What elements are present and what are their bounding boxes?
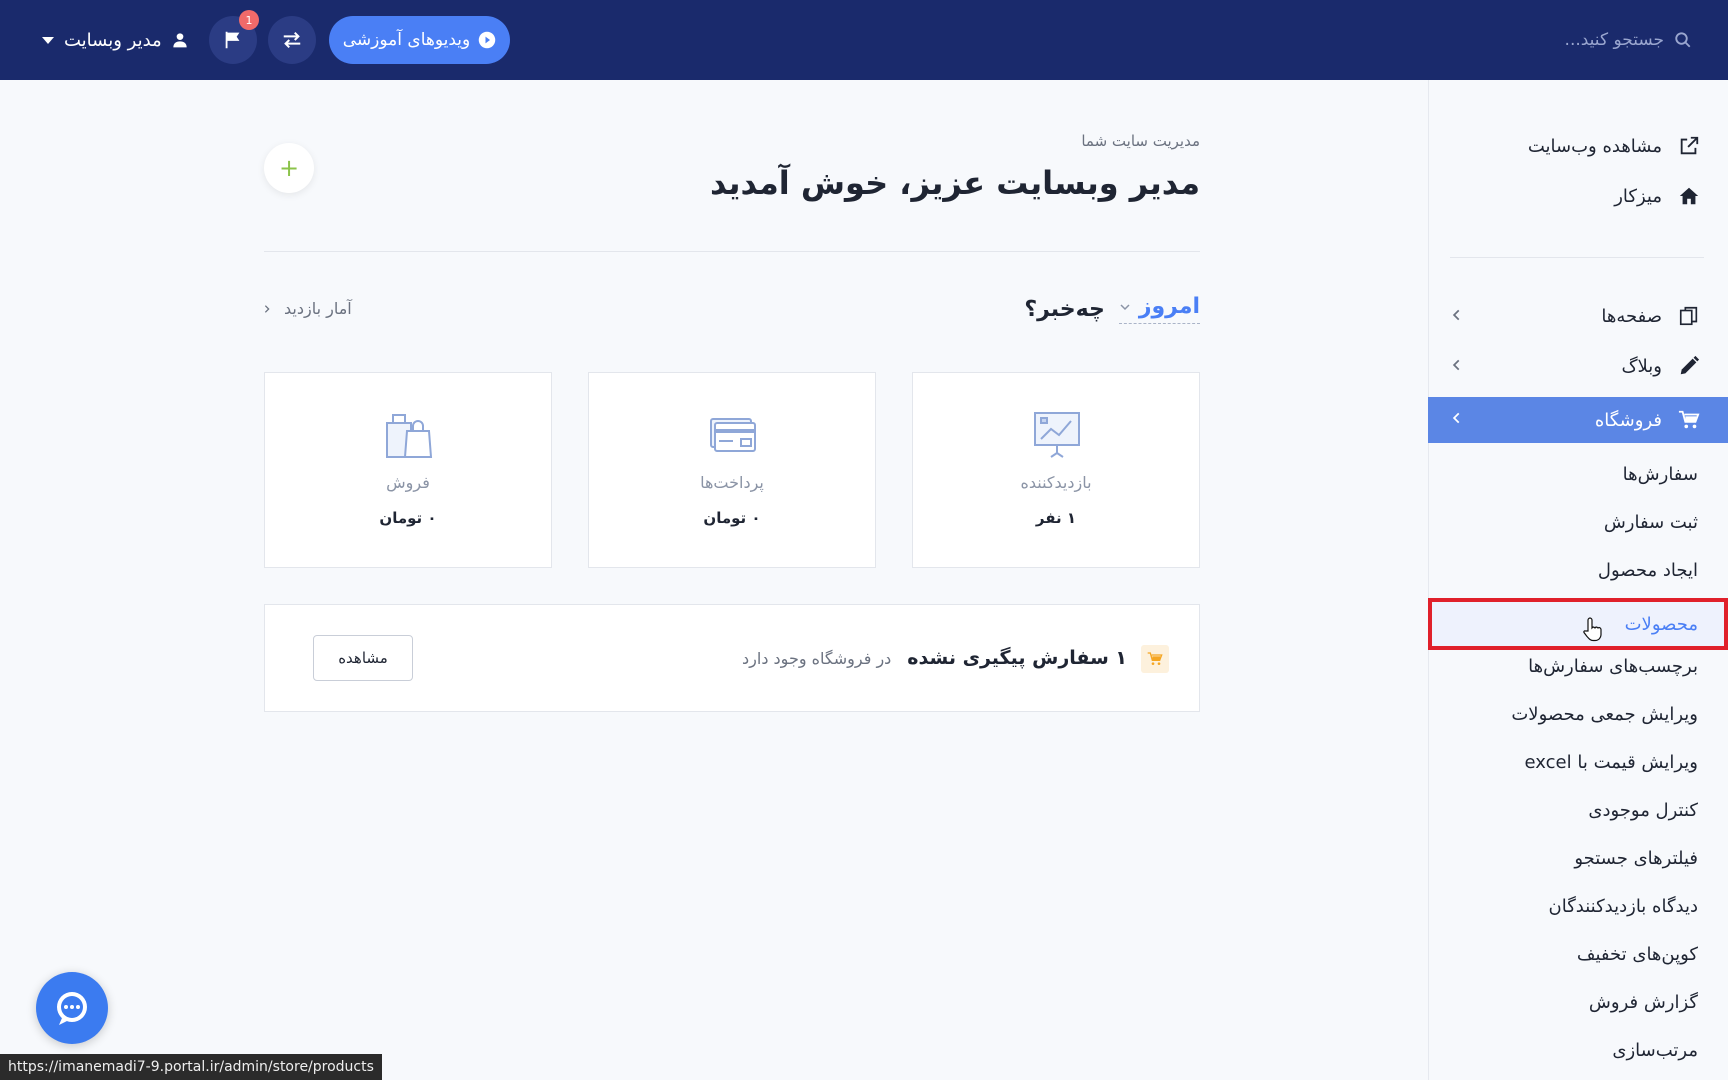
sidebar-subitem-create-product[interactable]: ایجاد محصول (1598, 550, 1698, 590)
stat-card-label: پرداخت‌ها (700, 473, 764, 492)
pending-orders-text: ۱ سفارش پیگیری نشده در فروشگاه وجود دارد (742, 647, 1127, 669)
sidebar-subitem-sorting[interactable]: مرتب‌سازی (1612, 1030, 1698, 1070)
page-title: مدیر وبسایت عزیز، خوش آمدید (709, 164, 1200, 202)
chat-bubble-icon (57, 992, 87, 1025)
period-label: امروز (1138, 294, 1200, 319)
chevron-left-icon (1452, 309, 1460, 321)
stat-card-value: ۰ تومان (379, 509, 437, 527)
visit-stats-label: آمار بازدید (284, 299, 352, 318)
chevron-down-icon (1120, 303, 1130, 310)
sidebar-item-label: مشاهده وب‌سایت (1527, 135, 1662, 157)
status-bar-url: https://imanemadi7-9.portal.ir/admin/sto… (0, 1054, 382, 1080)
swap-arrows-icon (283, 31, 301, 49)
user-name: مدیر وبسایت (64, 29, 162, 51)
stat-card-visitors[interactable]: بازدیدکننده ۱ نفر (912, 372, 1200, 568)
sidebar: مشاهده وب‌سایت میزکار صفحه‌ها وبلاگ فروش… (1428, 80, 1728, 1080)
search-placeholder: جستجو کنید... (1564, 30, 1664, 50)
news-title: چه‌خبر؟ (1024, 296, 1105, 322)
sidebar-subitem-excel-price[interactable]: ویرایش قیمت با excel (1525, 742, 1698, 782)
sidebar-item-blog[interactable]: وبلاگ (1428, 344, 1728, 388)
visit-stats-link[interactable]: آمار بازدید (262, 299, 352, 318)
stat-card-value: ۱ نفر (1035, 509, 1077, 527)
sidebar-item-store[interactable]: فروشگاه (1428, 397, 1728, 443)
sidebar-item-view-website[interactable]: مشاهده وب‌سایت (1428, 124, 1728, 168)
sidebar-item-dashboard[interactable]: میزکار (1428, 174, 1728, 218)
sidebar-subitem-bulk-edit[interactable]: ویرایش جمعی محصولات (1511, 694, 1698, 734)
search-box[interactable]: جستجو کنید... (1565, 26, 1692, 54)
presentation-chart-icon (1034, 412, 1080, 458)
sidebar-subitem-reviews[interactable]: دیدگاه بازدیدکنندگان (1549, 886, 1699, 926)
pending-orders-panel: ۱ سفارش پیگیری نشده در فروشگاه وجود دارد… (264, 604, 1200, 712)
flag-icon (225, 31, 240, 49)
play-icon (478, 31, 496, 49)
chevron-left-icon (1452, 359, 1460, 371)
news-header: امروز چه‌خبر؟ (1024, 294, 1200, 324)
pages-icon (1679, 306, 1698, 326)
divider (264, 251, 1200, 252)
notifications-button[interactable]: 1 (209, 10, 259, 64)
top-bar: جستجو کنید... مدیر وبسایت 1 ویدیوهای آمو… (0, 0, 1728, 80)
tutorial-videos-label: ویدیوهای آموزشی (342, 30, 471, 50)
sidebar-subitem-sales-report[interactable]: گزارش فروش (1589, 982, 1698, 1022)
credit-card-icon (710, 418, 756, 452)
notification-badge: 1 (239, 10, 259, 30)
sidebar-item-pages[interactable]: صفحه‌ها (1428, 294, 1728, 338)
sidebar-subitem-order-tags[interactable]: برچسب‌های سفارش‌ها (1528, 646, 1698, 686)
stat-card-sales[interactable]: فروش ۰ تومان (264, 372, 552, 568)
add-button[interactable]: + (264, 143, 314, 193)
order-icon-box (1141, 645, 1169, 673)
page-subtitle: مدیریت سایت شما (1081, 132, 1200, 150)
view-orders-button[interactable]: مشاهده (313, 635, 413, 681)
search-icon (1675, 32, 1691, 48)
chevron-down-icon (42, 36, 54, 44)
user-icon (173, 33, 187, 48)
sidebar-subitem-orders[interactable]: سفارش‌ها (1623, 454, 1698, 494)
sidebar-subitem-search-filters[interactable]: فیلترهای جستجو (1574, 838, 1698, 878)
sidebar-item-label: میزکار (1614, 185, 1662, 207)
chevron-right-icon (264, 304, 270, 313)
hand-cursor-icon (1583, 617, 1602, 642)
pending-orders-sub: در فروشگاه وجود دارد (742, 649, 892, 668)
sidebar-subitem-products[interactable]: محصولات (1625, 604, 1698, 644)
sidebar-subitem-inventory[interactable]: کنترل موجودی (1588, 790, 1698, 830)
sidebar-subitem-coupons[interactable]: کوپن‌های تخفیف (1577, 934, 1698, 974)
pencil-icon (1680, 355, 1700, 375)
external-link-icon (1680, 136, 1699, 155)
cart-icon (1147, 652, 1163, 665)
shopping-bags-icon (386, 414, 433, 458)
stat-card-label: فروش (386, 473, 430, 492)
cart-icon (1678, 410, 1700, 429)
sidebar-item-label: فروشگاه (1594, 409, 1662, 431)
pending-orders-count: ۱ سفارش پیگیری نشده (907, 647, 1127, 669)
sidebar-subitem-new-order[interactable]: ثبت سفارش (1604, 502, 1698, 542)
stat-card-payments[interactable]: پرداخت‌ها ۰ تومان (588, 372, 876, 568)
sidebar-item-label: وبلاگ (1621, 355, 1662, 377)
sidebar-item-label: صفحه‌ها (1601, 305, 1662, 327)
tutorial-videos-button[interactable]: ویدیوهای آموزشی (329, 16, 510, 64)
stat-card-value: ۰ تومان (703, 509, 761, 527)
period-dropdown[interactable]: امروز (1118, 294, 1200, 324)
chevron-left-icon (1452, 412, 1460, 424)
home-icon (1679, 187, 1699, 205)
switch-button[interactable] (268, 16, 316, 64)
chat-support-button[interactable] (36, 972, 108, 1044)
user-menu[interactable]: مدیر وبسایت (42, 26, 188, 54)
stat-card-label: بازدیدکننده (1020, 473, 1092, 492)
sidebar-divider (1450, 257, 1704, 258)
